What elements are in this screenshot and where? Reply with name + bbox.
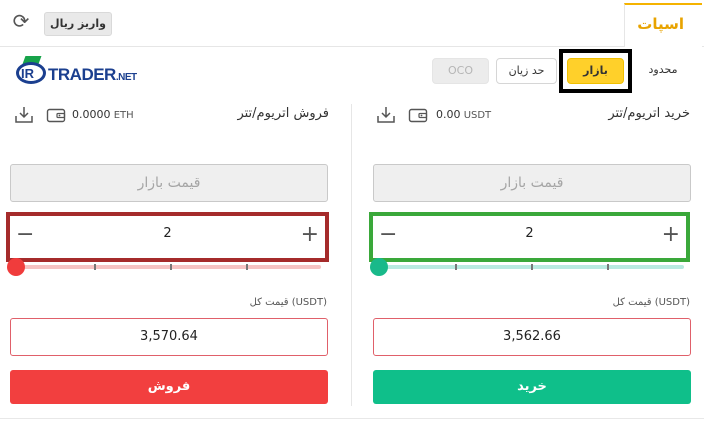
buy-total-field[interactable]: 3,562.66 bbox=[373, 318, 691, 356]
top-bar: ⟳ واریز ریال اسپات bbox=[0, 0, 704, 47]
slider-tick bbox=[455, 264, 457, 270]
sell-slider-handle[interactable] bbox=[7, 258, 25, 276]
slider-tick bbox=[246, 264, 248, 270]
sell-amount-stepper[interactable]: − 2 + bbox=[10, 216, 325, 258]
sell-total-label: قیمت کل (USDT) bbox=[249, 297, 327, 308]
wallet-icon bbox=[408, 106, 428, 124]
wallet-icon bbox=[46, 106, 66, 124]
deposit-download-icon[interactable] bbox=[376, 106, 396, 124]
buy-slider-handle[interactable] bbox=[370, 258, 388, 276]
buy-balance: 0.00 USDT bbox=[436, 108, 491, 121]
order-type-oco[interactable]: OCO bbox=[432, 58, 489, 84]
sell-amount-highlight: − 2 + bbox=[6, 212, 329, 262]
buy-price-input[interactable]: قیمت بازار bbox=[373, 164, 691, 202]
buy-button[interactable]: خرید bbox=[373, 370, 691, 404]
slider-tick bbox=[170, 264, 172, 270]
sell-price-input[interactable]: قیمت بازار bbox=[10, 164, 328, 202]
sell-title: فروش اتریوم/تتر bbox=[237, 106, 329, 121]
deposit-rial-button[interactable]: واریز ریال bbox=[44, 12, 112, 36]
sell-balance-value: 0.0000 bbox=[72, 108, 111, 121]
buy-amount-value[interactable]: 2 bbox=[373, 226, 686, 241]
buy-total-label: قیمت کل (USDT) bbox=[612, 297, 690, 308]
sell-increment-button[interactable]: + bbox=[301, 224, 319, 246]
sell-percent-slider[interactable] bbox=[7, 258, 321, 276]
sell-amount-value[interactable]: 2 bbox=[10, 226, 325, 241]
refresh-icon[interactable]: ⟳ bbox=[10, 10, 32, 32]
order-type-market[interactable]: بازار bbox=[567, 58, 624, 84]
bottom-border bbox=[0, 418, 704, 419]
slider-tick bbox=[607, 264, 609, 270]
panel-divider bbox=[351, 104, 352, 406]
sell-balance-unit: ETH bbox=[113, 110, 134, 121]
slider-tick bbox=[531, 264, 533, 270]
buy-amount-highlight: − 2 + bbox=[369, 212, 690, 262]
buy-increment-button[interactable]: + bbox=[662, 224, 680, 246]
buy-amount-stepper[interactable]: − 2 + bbox=[373, 216, 686, 258]
order-type-stop-limit[interactable]: حد زیان bbox=[496, 58, 557, 84]
sell-balance: 0.0000 ETH bbox=[72, 108, 134, 121]
logo: IR TRADER.NET bbox=[16, 56, 137, 88]
sell-total-field[interactable]: 3,570.64 bbox=[10, 318, 328, 356]
buy-balance-value: 0.00 bbox=[436, 108, 461, 121]
buy-balance-unit: USDT bbox=[463, 110, 492, 121]
deposit-download-icon[interactable] bbox=[14, 106, 34, 124]
tab-spot[interactable]: اسپات bbox=[624, 3, 702, 47]
sell-button[interactable]: فروش bbox=[10, 370, 328, 404]
logo-ir-mark: IR bbox=[16, 62, 46, 84]
slider-tick bbox=[94, 264, 96, 270]
order-type-limit[interactable]: محدود bbox=[638, 58, 688, 84]
buy-title: خرید اتریوم/تتر bbox=[608, 106, 690, 121]
logo-name: TRADER.NET bbox=[48, 65, 137, 84]
buy-percent-slider[interactable] bbox=[370, 258, 684, 276]
tab-spot-label: اسپات bbox=[637, 15, 684, 33]
